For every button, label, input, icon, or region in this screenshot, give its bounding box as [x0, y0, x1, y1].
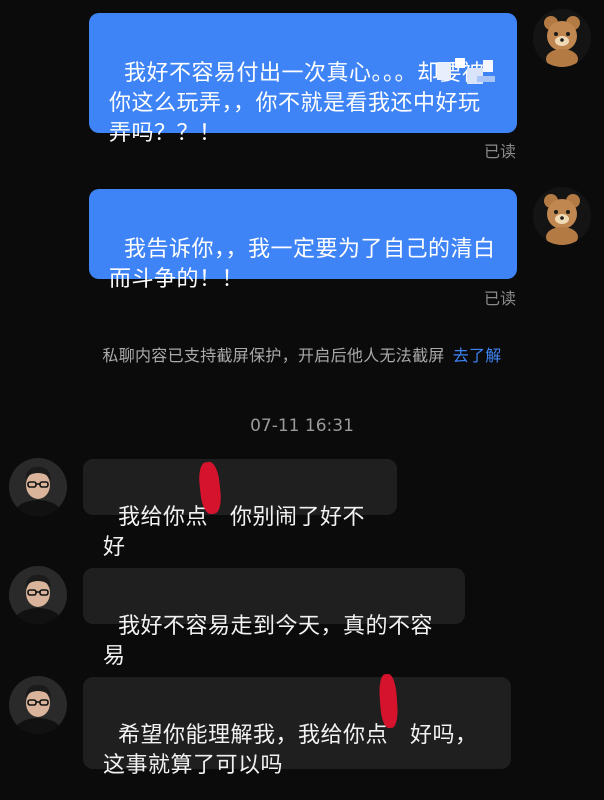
learn-more-link[interactable]: 去了解	[453, 346, 502, 365]
teddy-bear-avatar-icon	[533, 187, 591, 245]
teddy-bear-avatar-icon	[533, 9, 591, 67]
mosaic-redaction	[437, 58, 497, 86]
message-bubble-outgoing-2[interactable]: 我告诉你，，我一定要为了自己的清白而斗争的！！	[89, 189, 517, 292]
message-bubble-incoming-2[interactable]: 我好不容易走到今天，真的不容易	[83, 568, 465, 669]
contact-avatar[interactable]	[9, 566, 67, 624]
contact-avatar[interactable]	[9, 458, 67, 516]
screenshot-protection-notice: 私聊内容已支持截屏保护，开启后他人无法截屏 去了解	[0, 342, 604, 366]
message-bubble-incoming-1[interactable]: 我给你点 你别闹了好不好	[83, 459, 397, 560]
man-with-glasses-avatar-icon	[9, 566, 67, 624]
message-text: 我给你点	[118, 505, 209, 530]
man-with-glasses-avatar-icon	[9, 676, 67, 734]
contact-avatar[interactable]	[9, 676, 67, 734]
message-text: 我告诉你，，我一定要为了自己的清白而斗争的！！	[109, 237, 496, 292]
message-timestamp: 07-11 16:31	[250, 416, 354, 436]
self-avatar[interactable]	[533, 187, 591, 245]
message-bubble-incoming-3[interactable]: 希望你能理解我，我给你点 好吗，这事就算了可以吗	[83, 677, 511, 778]
notice-text: 私聊内容已支持截屏保护，开启后他人无法截屏	[102, 346, 445, 365]
self-avatar[interactable]	[533, 9, 591, 67]
message-text: 我好不容易走到今天，真的不容易	[103, 614, 434, 669]
man-with-glasses-avatar-icon	[9, 458, 67, 516]
read-receipt: 已读	[484, 142, 517, 161]
message-text: 希望你能理解我，我给你点	[118, 723, 389, 748]
read-receipt: 已读	[484, 289, 517, 308]
